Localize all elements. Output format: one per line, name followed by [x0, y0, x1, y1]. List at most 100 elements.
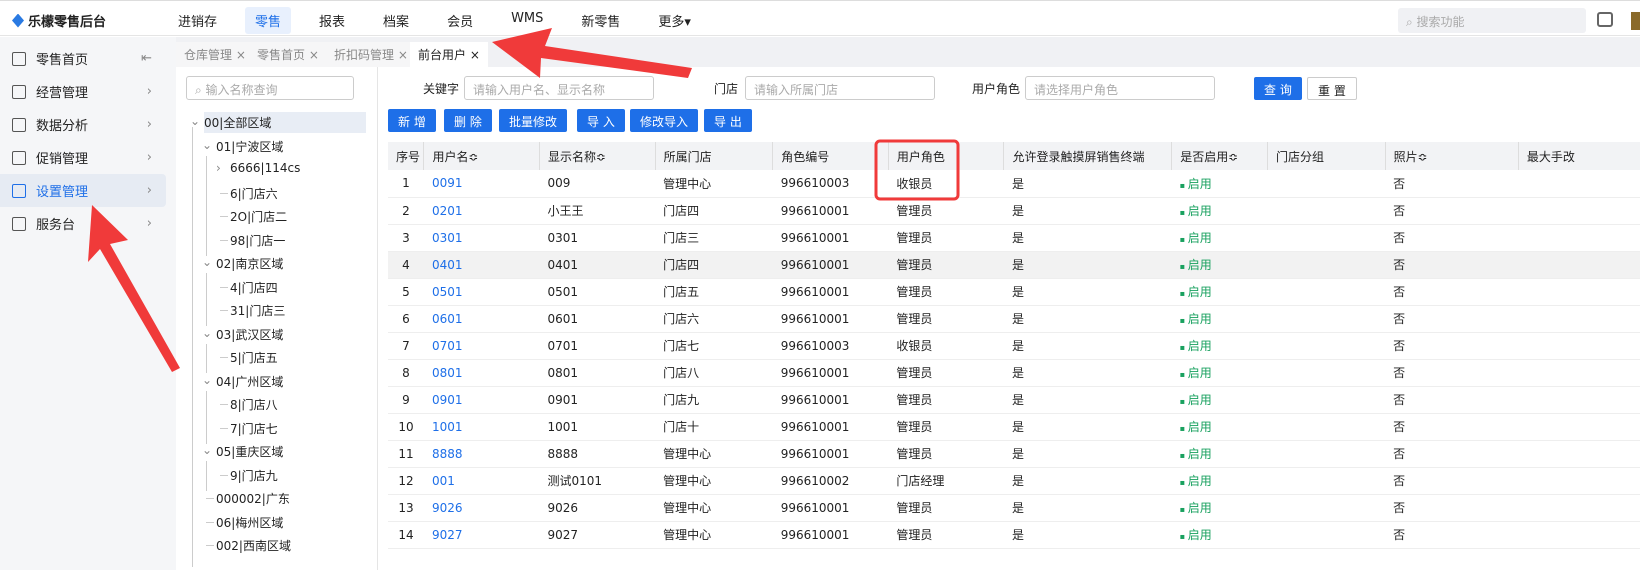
column-header[interactable]: 是否启用≎: [1171, 142, 1268, 170]
column-header[interactable]: 序号: [388, 142, 424, 170]
tree-node[interactable]: 2O|门店二: [230, 208, 287, 225]
action-button[interactable]: 批量修改: [499, 109, 568, 132]
column-header[interactable]: 门店分组: [1267, 142, 1386, 170]
action-button[interactable]: 导 入: [577, 109, 625, 132]
table-row[interactable]: 909010901门店九996610001管理员是启用否: [388, 386, 1640, 414]
nav-item[interactable]: 零售: [245, 7, 292, 34]
username-link[interactable]: 0091: [423, 170, 540, 198]
chevron-right-icon[interactable]: ›: [147, 150, 152, 165]
tree-node[interactable]: 98|门店一: [230, 232, 285, 249]
chevron-down-icon[interactable]: ⌄: [202, 326, 212, 340]
sidebar-item[interactable]: 零售首页 ⇤: [0, 42, 166, 75]
nav-item[interactable]: 新零售: [571, 7, 630, 34]
action-button[interactable]: 新 增: [388, 109, 436, 132]
app-logo[interactable]: 乐檬零售后台: [12, 11, 106, 30]
reset-button[interactable]: 重 置: [1307, 77, 1357, 100]
table-row[interactable]: 12001测试0101管理中心996610002门店经理是启用 否: [388, 467, 1640, 495]
column-header[interactable]: 显示名称≎: [539, 142, 656, 170]
action-button[interactable]: 删 除: [444, 109, 492, 132]
tree-node[interactable]: 4|门店四: [230, 279, 278, 296]
column-header[interactable]: 允许登录触摸屏销售终端: [1003, 142, 1172, 170]
table-row[interactable]: 1390269026管理中心996610001管理员是启用否: [388, 494, 1640, 522]
table-row[interactable]: 707010701门店七996610003收银员是启用否: [388, 332, 1640, 360]
table-row[interactable]: 303010301门店三996610001管理员是启用否: [388, 224, 1640, 252]
tree-node[interactable]: 00|全部区域: [204, 112, 366, 133]
tree-node[interactable]: 5|门店五: [230, 349, 278, 366]
column-header[interactable]: 照片≎: [1384, 142, 1519, 170]
nav-item[interactable]: 更多▾: [648, 7, 701, 34]
nav-item[interactable]: 报表: [309, 7, 355, 34]
username-link[interactable]: 001: [423, 467, 540, 495]
username-link[interactable]: 0601: [423, 305, 540, 333]
tree-node[interactable]: 04|广州区域: [216, 373, 283, 390]
sidebar-item[interactable]: 设置管理 ›: [0, 174, 166, 207]
username-link[interactable]: 0801: [423, 359, 540, 387]
collapse-icon[interactable]: ⇤: [141, 51, 152, 66]
tab[interactable]: 前台用户 ×: [410, 42, 488, 67]
username-link[interactable]: 0501: [423, 278, 540, 306]
table-row[interactable]: 1188888888管理中心996610001管理员是启用否: [388, 440, 1640, 468]
sidebar-item[interactable]: 促销管理 ›: [0, 141, 166, 174]
username-link[interactable]: 1001: [423, 413, 540, 441]
tree-search-input[interactable]: ⌕ 输入名称查询: [186, 76, 354, 100]
keyword-input[interactable]: 请输入用户名、显示名称: [464, 76, 654, 100]
chevron-down-icon[interactable]: ⌄: [202, 443, 212, 457]
tree-node[interactable]: 01|宁波区域: [216, 138, 283, 155]
tree-node[interactable]: 02|南京区域: [216, 255, 283, 272]
column-header[interactable]: 用户名≎: [423, 142, 540, 170]
tree-node[interactable]: 9|门店九: [230, 467, 278, 484]
sidebar-item[interactable]: 经营管理 ›: [0, 75, 166, 108]
table-row[interactable]: 404010401门店四996610001管理员是启用否: [388, 251, 1640, 279]
role-select[interactable]: 请选择用户角色: [1025, 76, 1215, 100]
username-link[interactable]: 0301: [423, 224, 540, 252]
avatar[interactable]: [1631, 12, 1640, 30]
tree-node[interactable]: 31|门店三: [230, 302, 285, 319]
action-button[interactable]: 导 出: [704, 109, 752, 132]
table-row[interactable]: 606010601门店六996610001管理员是启用否: [388, 305, 1640, 333]
tree-node[interactable]: 8|门店八: [230, 396, 278, 413]
tab[interactable]: 零售首页 ×: [249, 42, 327, 67]
column-header[interactable]: 最大手改: [1517, 142, 1640, 170]
table-row[interactable]: 808010801门店八996610001管理员是启用否: [388, 359, 1640, 387]
username-link[interactable]: 0901: [423, 386, 540, 414]
query-button[interactable]: 查 询: [1254, 77, 1302, 100]
username-link[interactable]: 0201: [423, 197, 540, 225]
username-link[interactable]: 9026: [423, 494, 540, 522]
chevron-right-icon[interactable]: ›: [147, 216, 152, 231]
column-header[interactable]: 角色编号: [772, 142, 889, 170]
chevron-down-icon[interactable]: ⌄: [202, 138, 212, 152]
chevron-right-icon[interactable]: ›: [147, 84, 152, 99]
column-header[interactable]: 用户角色: [887, 142, 1004, 170]
sidebar-item[interactable]: 数据分析 ›: [0, 108, 166, 141]
chevron-down-icon[interactable]: ⌄: [190, 114, 200, 128]
tree-node[interactable]: 7|门店七: [230, 420, 278, 437]
printer-icon[interactable]: [1597, 12, 1613, 27]
nav-item[interactable]: 进销存: [168, 7, 227, 34]
column-header[interactable]: 所属门店: [654, 142, 773, 170]
nav-item[interactable]: WMS: [501, 7, 553, 34]
tab[interactable]: 折扣码管理 ×: [326, 42, 416, 67]
store-input[interactable]: 请输入所属门店: [745, 76, 935, 100]
chevron-right-icon[interactable]: ›: [147, 183, 152, 198]
tree-node[interactable]: 6666|114cs: [230, 161, 300, 175]
tree-node[interactable]: 002|西南区域: [216, 537, 291, 554]
username-link[interactable]: 0701: [423, 332, 540, 360]
tree-node[interactable]: 03|武汉区域: [216, 326, 283, 343]
chevron-down-icon[interactable]: ⌄: [202, 373, 212, 387]
tree-node[interactable]: 000002|广东: [216, 490, 290, 507]
chevron-right-icon[interactable]: ›: [147, 117, 152, 132]
function-search-input[interactable]: ⌕ 搜索功能: [1398, 8, 1586, 33]
username-link[interactable]: 8888: [423, 440, 540, 468]
table-row[interactable]: 1490279027管理中心996610001管理员是启用否: [388, 521, 1640, 549]
tab[interactable]: 仓库管理 ×: [176, 42, 254, 67]
tree-node[interactable]: 06|梅州区域: [216, 514, 283, 531]
chevron-right-icon[interactable]: ›: [216, 161, 221, 175]
action-button[interactable]: 修改导入: [630, 109, 699, 132]
username-link[interactable]: 0401: [423, 251, 540, 279]
tree-node[interactable]: 6|门店六: [230, 185, 278, 202]
table-row[interactable]: 20201小王王门店四996610001管理员是启用 否: [388, 197, 1640, 225]
nav-item[interactable]: 会员: [437, 7, 483, 34]
table-row[interactable]: 10091009管理中心996610003收银员是启用 否: [388, 170, 1640, 198]
nav-item[interactable]: 档案: [373, 7, 419, 34]
username-link[interactable]: 9027: [423, 521, 540, 549]
